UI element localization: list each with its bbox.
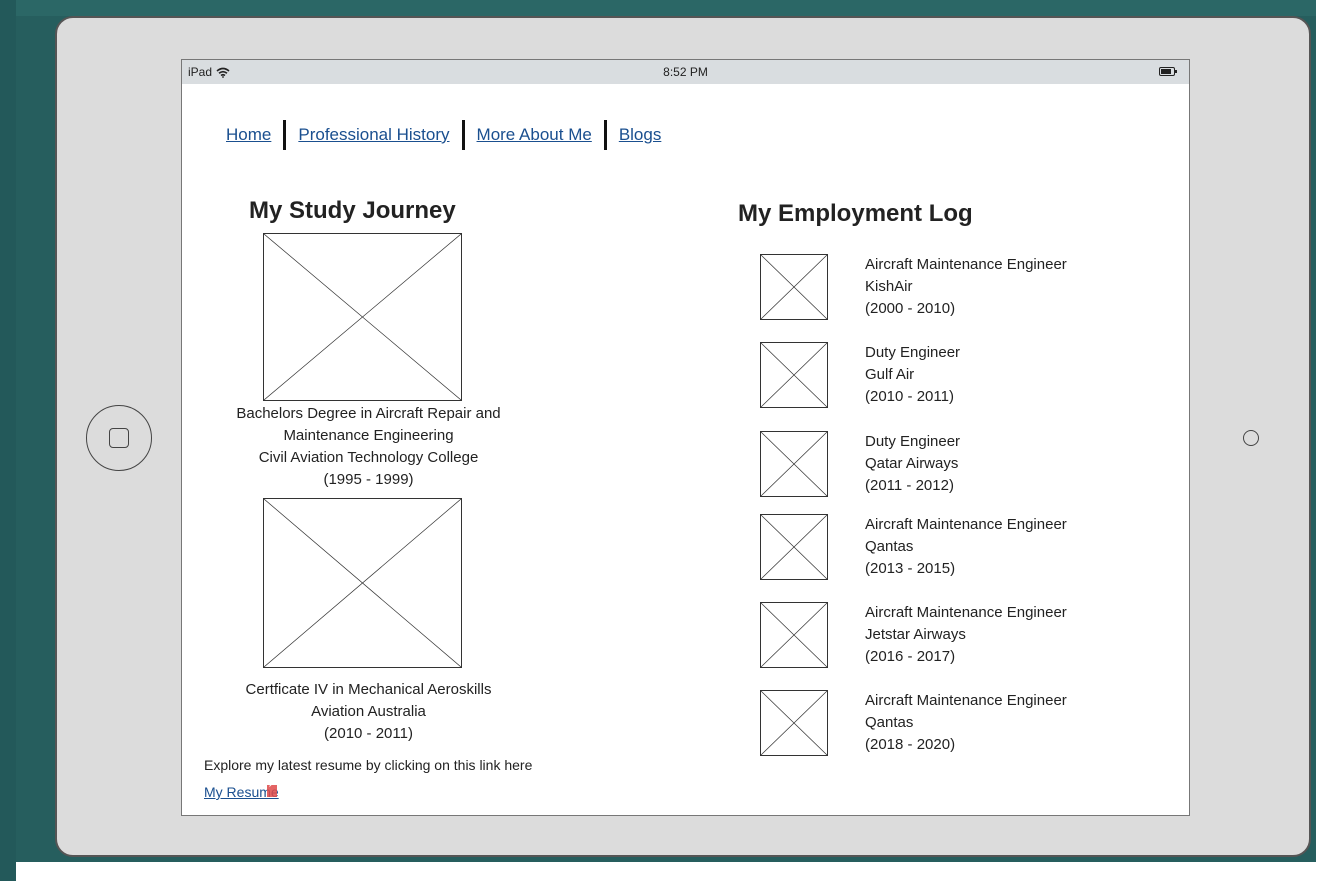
backdrop-right [1316,0,1322,881]
job-company: Qatar Airways [865,455,959,472]
nav-link-blogs[interactable]: Blogs [619,125,662,145]
job-entry: Aircraft Maintenance Engineer Jetstar Ai… [760,602,1180,672]
backdrop-bottom [16,862,1322,881]
external-link-icon [266,779,277,797]
job-text: Aircraft Maintenance Engineer Qantas (20… [865,514,1067,580]
resume-link[interactable]: My Resume [204,779,279,800]
study-journey-title: My Study Journey [249,197,456,224]
job-entry: Aircraft Maintenance Engineer Qantas (20… [760,690,1180,760]
camera-icon [1243,430,1259,446]
home-button-icon[interactable] [86,405,152,471]
nav-link-more-about-me[interactable]: More About Me [477,125,592,145]
job-text: Aircraft Maintenance Engineer Jetstar Ai… [865,602,1067,668]
job-text: Aircraft Maintenance Engineer Qantas (20… [865,690,1067,756]
image-placeholder-icon [760,514,828,580]
job-years: (2016 - 2017) [865,648,956,665]
job-company: KishAir [865,278,913,295]
job-company: Qantas [865,714,914,731]
study-entry-line: Maintenance Engineering [283,427,454,444]
battery-icon [1159,67,1177,76]
home-button-square [109,428,129,448]
screen: iPad 8:52 PM Home Professional History M… [181,59,1190,816]
nav-link-home[interactable]: Home [226,125,271,145]
study-entry-line: (1995 - 1999) [323,471,414,488]
job-years: (2013 - 2015) [865,560,956,577]
nav-separator [461,120,465,150]
job-role: Aircraft Maintenance Engineer [865,604,1067,621]
job-years: (2000 - 2010) [865,300,956,317]
image-placeholder-icon [760,342,828,408]
study-entry-line: (2010 - 2011) [324,725,413,742]
job-entry: Duty Engineer Gulf Air (2010 - 2011) [760,342,1180,412]
job-years: (2018 - 2020) [865,736,956,753]
explore-resume-text: Explore my latest resume by clicking on … [204,757,533,773]
job-text: Duty Engineer Gulf Air (2010 - 2011) [865,342,960,408]
study-entry-line: Bachelors Degree in Aircraft Repair and [236,405,501,422]
job-entry: Aircraft Maintenance Engineer Qantas (20… [760,514,1180,584]
image-placeholder-icon [263,233,462,401]
job-role: Aircraft Maintenance Engineer [865,516,1067,533]
employment-log-title: My Employment Log [738,200,973,227]
job-entry: Duty Engineer Qatar Airways (2011 - 2012… [760,431,1180,501]
job-role: Aircraft Maintenance Engineer [865,692,1067,709]
job-text: Duty Engineer Qatar Airways (2011 - 2012… [865,431,960,497]
study-entry-line: Aviation Australia [311,703,426,720]
job-years: (2010 - 2011) [865,388,954,405]
job-company: Jetstar Airways [865,626,966,643]
status-bar: iPad 8:52 PM [182,60,1189,84]
job-role: Duty Engineer [865,344,961,361]
nav-separator [603,120,607,150]
job-years: (2011 - 2012) [865,477,954,494]
job-company: Gulf Air [865,366,915,383]
study-entry-line: Civil Aviation Technology College [258,449,479,466]
top-nav: Home Professional History More About Me … [226,120,661,150]
job-text: Aircraft Maintenance Engineer KishAir (2… [865,254,1067,320]
study-entry-caption: Certficate IV in Mechanical Aeroskills A… [182,679,555,745]
nav-separator [283,120,287,150]
backdrop-left [0,0,16,881]
study-entry-line: Certficate IV in Mechanical Aeroskills [245,681,492,698]
image-placeholder-icon [760,690,828,756]
image-placeholder-icon [263,498,462,668]
job-role: Aircraft Maintenance Engineer [865,256,1067,273]
status-time: 8:52 PM [663,65,708,79]
backdrop-top [0,0,1322,16]
job-company: Qantas [865,538,914,555]
image-placeholder-icon [760,431,828,497]
nav-link-professional-history[interactable]: Professional History [298,125,449,145]
job-entry: Aircraft Maintenance Engineer KishAir (2… [760,254,1180,324]
study-entry-caption: Bachelors Degree in Aircraft Repair and … [182,403,555,491]
image-placeholder-icon [760,254,828,320]
image-placeholder-icon [760,602,828,668]
job-role: Duty Engineer [865,433,961,450]
